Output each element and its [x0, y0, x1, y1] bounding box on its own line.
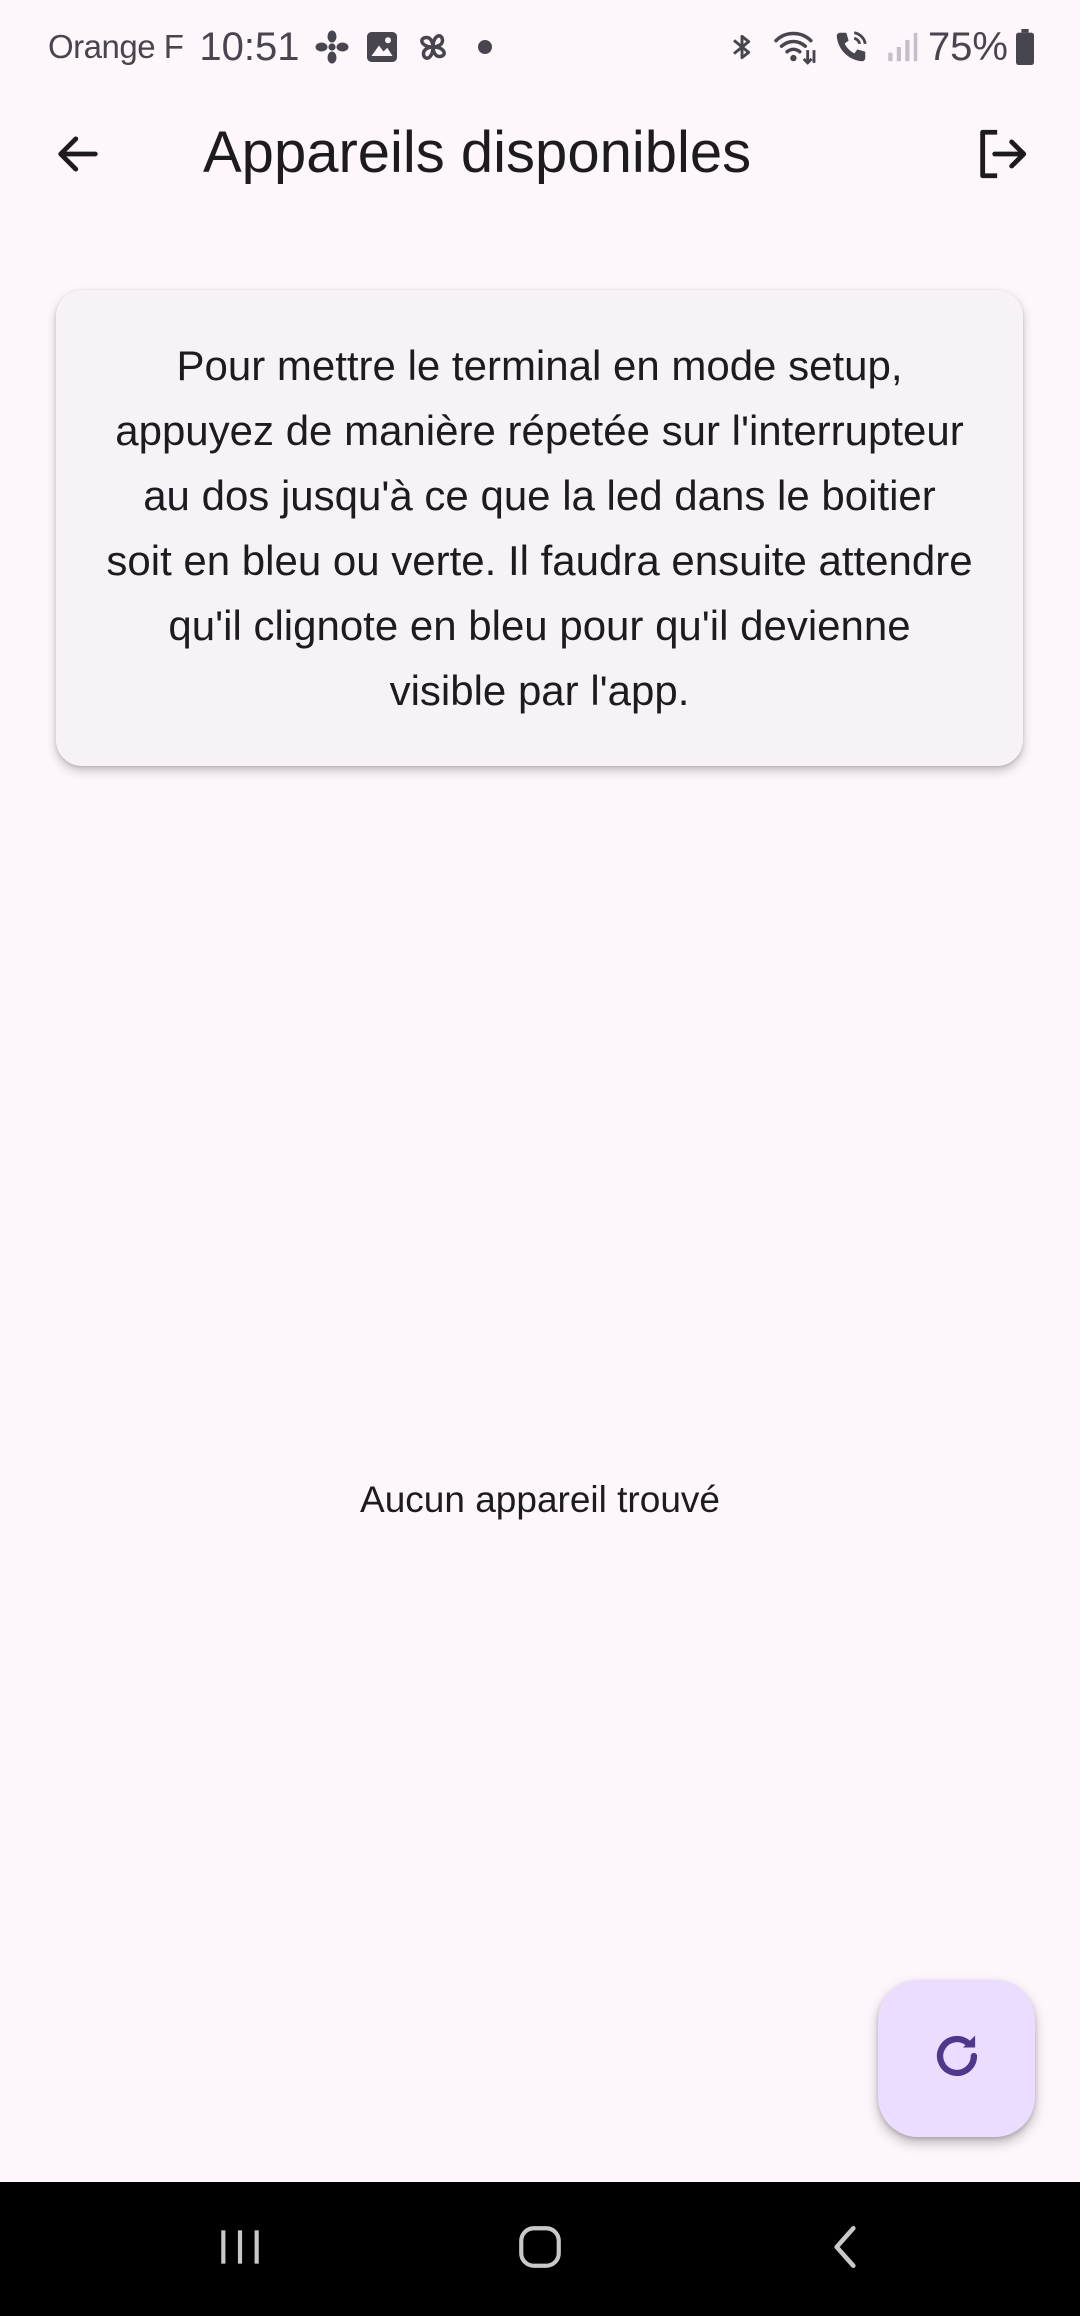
- refresh-button[interactable]: [878, 1980, 1035, 2137]
- logout-icon: [973, 125, 1031, 188]
- setup-instructions-text: Pour mettre le terminal en mode setup, a…: [106, 342, 973, 714]
- battery-icon: [1014, 29, 1036, 65]
- recents-icon: [215, 2225, 265, 2274]
- status-left: Orange F 10:51: [48, 25, 492, 70]
- logout-button[interactable]: [960, 114, 1044, 198]
- status-right: 75%: [712, 25, 1036, 70]
- dot-icon: [477, 40, 492, 54]
- fan-icon: [314, 29, 350, 65]
- back-button[interactable]: [36, 114, 120, 198]
- arrow-back-icon: [52, 128, 104, 185]
- wifi-icon: [772, 28, 818, 66]
- home-icon: [515, 2222, 565, 2277]
- signal-icon: [884, 30, 918, 64]
- recents-button[interactable]: [180, 2204, 300, 2294]
- system-back-button[interactable]: [785, 2204, 905, 2294]
- nav-back-icon: [825, 2222, 865, 2277]
- bluetooth-icon: [726, 29, 758, 65]
- carrier-name: Orange F: [48, 28, 184, 65]
- status-bar: Orange F 10:51 75%: [0, 0, 1080, 94]
- gallery-icon: [364, 29, 400, 65]
- refresh-icon: [928, 2027, 986, 2090]
- page-title: Appareils disponibles: [203, 120, 752, 185]
- pinwheel-icon: [414, 28, 452, 66]
- battery-percentage: 75%: [927, 24, 1008, 69]
- call-icon: [832, 28, 870, 66]
- app-bar: Appareils disponibles: [0, 94, 1080, 212]
- no-devices-message: Aucun appareil trouvé: [360, 1479, 720, 1520]
- status-time: 10:51: [199, 24, 300, 69]
- setup-instructions-card: Pour mettre le terminal en mode setup, a…: [56, 290, 1023, 766]
- home-button[interactable]: [480, 2204, 600, 2294]
- system-navigation-bar: [0, 2182, 1080, 2316]
